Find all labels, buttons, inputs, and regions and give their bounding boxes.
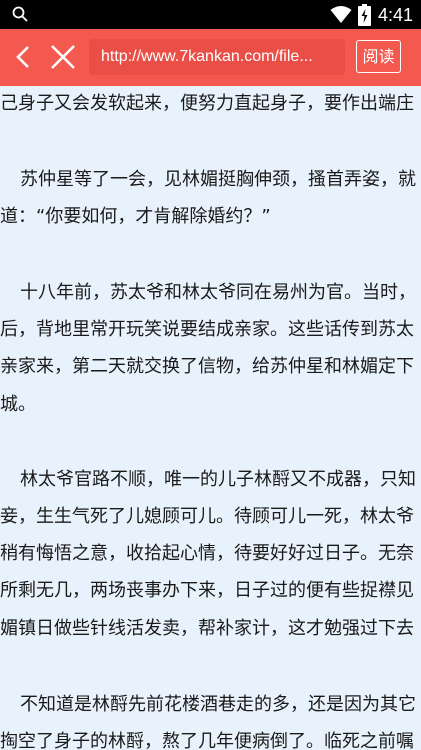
article-line: 十八年前，苏太爷和林太爷同在易州为官。当时， [20, 282, 416, 303]
article-content[interactable]: 己身子又会发软起来，便努力直起身子，要作出端庄 苏仲星等了一会，见林媚挺胸伸颈，… [0, 86, 421, 750]
article-line: 亲家来，第二天就交换了信物，给苏仲星和林媚定下 [0, 356, 414, 377]
article-line: 妾，生生气死了儿媳顾可儿。待顾可儿一死，林太爷 [0, 506, 414, 527]
reader-mode-button[interactable]: 阅读 [356, 40, 401, 73]
search-icon [12, 6, 28, 22]
status-bar: 4:41 [0, 0, 421, 29]
article-line: 后，背地里常开玩笑说要结成亲家。这些话传到苏太 [0, 319, 414, 340]
article-line: 苏仲星等了一会，见林媚挺胸伸颈，搔首弄姿，就 [20, 169, 416, 190]
article-line: 城。 [0, 394, 36, 415]
article-line: 不知道是林酹先前花楼酒巷走的多，还是因为其它 [20, 694, 416, 715]
article-line: 己身子又会发软起来，便努力直起身子，要作出端庄 [0, 93, 414, 114]
battery-icon [358, 4, 371, 26]
close-icon[interactable] [46, 40, 80, 74]
article-line: 媚镇日做些针线活发卖，帮补家计，这才勉强过下去 [0, 618, 414, 639]
back-arrow-icon[interactable] [8, 40, 42, 74]
url-field[interactable]: http://www.7kankan.com/file... [89, 39, 345, 75]
clock: 4:41 [378, 5, 414, 25]
article-line: 林太爷官路不顺，唯一的儿子林酹又不成器，只知 [20, 469, 416, 490]
article-line: 道：“你要如何，才肯解除婚约？” [0, 206, 271, 227]
wifi-icon [330, 6, 352, 23]
article-line: 掏空了身子的林酹，熬了几年便病倒了。临死之前嘱 [0, 731, 414, 750]
browser-toolbar: http://www.7kankan.com/file... 阅读 [0, 29, 421, 86]
article-line: 稍有悔悟之意，收拾起心情，待要好好过日子。无奈 [0, 543, 414, 564]
article-line: 所剩无几，两场丧事办下来，日子过的便有些捉襟见 [0, 580, 414, 601]
